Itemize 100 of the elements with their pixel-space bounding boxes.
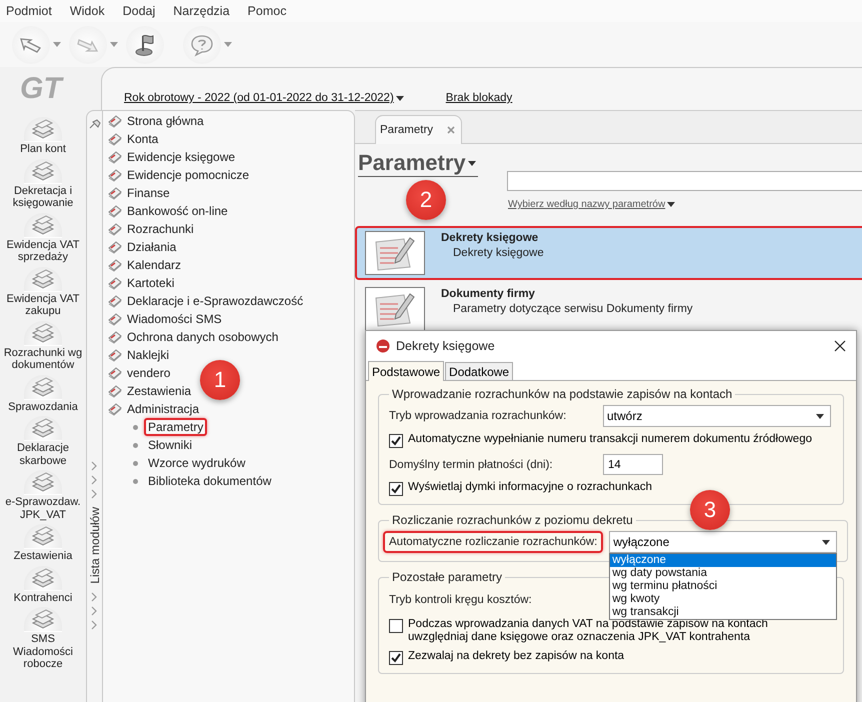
toolbar-button[interactable]	[12, 26, 61, 64]
dialog-title: Dekrety księgowe	[396, 339, 496, 353]
lock-status-link[interactable]: Brak blokady	[446, 92, 512, 104]
period-link[interactable]: Rok obrotowy - 2022 (od 01-01-2022 do 31-12-2022)	[124, 92, 404, 104]
page-icon	[107, 131, 123, 147]
menu-item[interactable]: Widok	[70, 4, 105, 18]
group-title: Wprowadzanie rozrachunków na podstawie zapisów na kontach	[391, 387, 734, 401]
menu-item[interactable]: Pomoc	[248, 4, 286, 18]
chevron-icon[interactable]	[91, 592, 98, 602]
tree-item[interactable]: Biblioteka dokumentów	[144, 472, 276, 490]
dropdown-field[interactable]: wyłączone	[609, 531, 838, 553]
sheet-stack-icon	[30, 322, 56, 344]
tree-item[interactable]: Kalendarz	[107, 256, 182, 274]
menu-item[interactable]: Narzędzia	[173, 4, 230, 18]
page-icon	[107, 383, 123, 399]
checkbox[interactable]	[389, 482, 403, 496]
page-icon	[107, 401, 123, 417]
checkbox[interactable]	[389, 619, 403, 633]
nav-item[interactable]: SMS Wiadomości robocze	[13, 607, 73, 674]
menu-item[interactable]: Podmiot	[6, 4, 52, 18]
chevron-icon[interactable]	[91, 620, 98, 630]
tree-item[interactable]: Ewidencje pomocnicze	[107, 166, 250, 184]
tab[interactable]: Parametry	[375, 115, 462, 144]
nav-item[interactable]: Ewidencja VAT zakupu	[6, 266, 80, 320]
dropdown-option[interactable]: wg transakcji	[610, 606, 836, 619]
close-icon[interactable]	[834, 340, 846, 352]
dropdown-option[interactable]: wg terminu płatności	[610, 580, 836, 593]
nav-item[interactable]: Deklaracje skarbowe	[17, 416, 69, 470]
sheet-stack-icon	[30, 376, 56, 398]
page-icon	[107, 221, 123, 237]
tree-item[interactable]: Zestawienia	[107, 382, 192, 400]
page-title[interactable]: Parametry	[358, 150, 478, 177]
tree-item[interactable]: Strona główna	[107, 112, 204, 130]
page-icon	[107, 185, 123, 201]
page-icon	[107, 257, 123, 273]
caret-icon	[667, 202, 676, 207]
tree-item[interactable]: Wzorce wydruków	[144, 454, 250, 472]
sheet-stack-icon	[30, 472, 56, 494]
filter-link[interactable]: Wybierz według nazwy parametrów	[508, 199, 676, 210]
checkbox-option[interactable]: Automatyczne wypełnianie numeru transakcji numerem dokumentu źródłowego	[389, 433, 833, 448]
page-icon	[107, 203, 123, 219]
sheet-stack-icon	[30, 268, 56, 290]
page-icon	[107, 167, 123, 183]
tree-item[interactable]: Bankowość on-line	[107, 202, 228, 220]
dropdown-option[interactable]: wyłączone	[610, 554, 836, 567]
nav-item[interactable]: Plan kont	[20, 117, 66, 158]
menu-item[interactable]: Dodaj	[122, 4, 156, 18]
nav-item[interactable]: Zestawienia	[14, 524, 72, 566]
tree-item[interactable]: Administracja	[107, 400, 200, 418]
dropdown-field[interactable]: utwórz	[603, 405, 831, 427]
module-list-label[interactable]: Lista modułów	[88, 501, 102, 590]
parameter-row[interactable]: Dekrety księgowe Dekrety księgowe	[355, 226, 862, 280]
caret-icon	[224, 42, 232, 47]
nav-item[interactable]: Kontrahenci	[14, 566, 72, 607]
nav-item[interactable]: Dekretacja i księgowanie	[12, 158, 74, 212]
check-icon	[391, 653, 401, 663]
tree-item[interactable]: Ochrona danych osobowych	[107, 328, 278, 346]
tab[interactable]: Podstawowe	[368, 361, 444, 381]
tree-item[interactable]: Kartoteki	[107, 274, 174, 292]
tree-item[interactable]: Konta	[107, 130, 158, 148]
nav-item[interactable]: Ewidencja VAT sprzedaży	[6, 212, 80, 266]
parameter-title: Dekrety księgowe	[441, 232, 540, 244]
number-field[interactable]: 14	[603, 454, 663, 475]
tree-item[interactable]: Parametry	[144, 418, 208, 436]
tree-item[interactable]: Wiadomości SMS	[107, 310, 222, 328]
tree-item[interactable]: Deklaracje i e-Sprawozdawczość	[107, 292, 304, 310]
dropdown-option[interactable]: wg kwoty	[610, 593, 836, 606]
parameter-row[interactable]: Dokumenty firmy Parametry dotyczące serwisu Dokumenty firmy	[355, 282, 862, 336]
nav-item[interactable]: Sprawozdania	[8, 374, 78, 416]
page-icon	[107, 275, 123, 291]
checkbox[interactable]	[389, 434, 403, 448]
dropdown-option[interactable]: wg daty powstania	[610, 567, 836, 580]
nav-item[interactable]: e-Sprawozdaw. JPK_VAT	[5, 470, 81, 524]
check-icon	[391, 484, 401, 494]
search-field[interactable]	[507, 171, 862, 191]
tab[interactable]: Dodatkowe	[445, 362, 514, 380]
field-label: Tryb kontroli kręgu kosztów:	[389, 594, 533, 606]
tree-item[interactable]: Słowniki	[144, 436, 196, 454]
parameter-description: Dekrety księgowe	[452, 247, 544, 259]
bullet-icon	[133, 460, 138, 466]
nav-item[interactable]: Rozrachunki wg dokumentów	[4, 320, 82, 374]
page-icon	[107, 311, 123, 327]
checkbox-option[interactable]: Podczas wprowadzania danych VAT na podstawie zapisów na kontach uwzględniaj dane księgowe oraz oznaczenia JPK_VAT kontrahenta	[389, 618, 833, 644]
logo: GT	[19, 71, 62, 107]
sheet-stack-icon	[30, 418, 56, 440]
tree-item[interactable]: Rozrachunki	[107, 220, 194, 238]
caret-icon	[468, 160, 476, 166]
parameter-description: Parametry dotyczące serwisu Dokumenty firmy	[452, 303, 693, 315]
tree-item[interactable]: Działania	[107, 238, 176, 256]
tree-item[interactable]: Ewidencje księgowe	[107, 148, 236, 166]
page-icon	[107, 239, 123, 255]
tree-item[interactable]: vendero	[107, 364, 170, 382]
checkbox-option[interactable]: Zezwalaj na dekrety bez zapisów na konta	[389, 650, 833, 665]
tree-item[interactable]: Naklejki	[107, 346, 170, 364]
page-icon	[107, 113, 123, 129]
sheet-stack-icon	[30, 609, 56, 631]
pin-icon[interactable]	[88, 119, 100, 129]
checkbox[interactable]	[389, 651, 403, 665]
chevron-icon[interactable]	[91, 606, 98, 616]
tree-item[interactable]: Finanse	[107, 184, 170, 202]
